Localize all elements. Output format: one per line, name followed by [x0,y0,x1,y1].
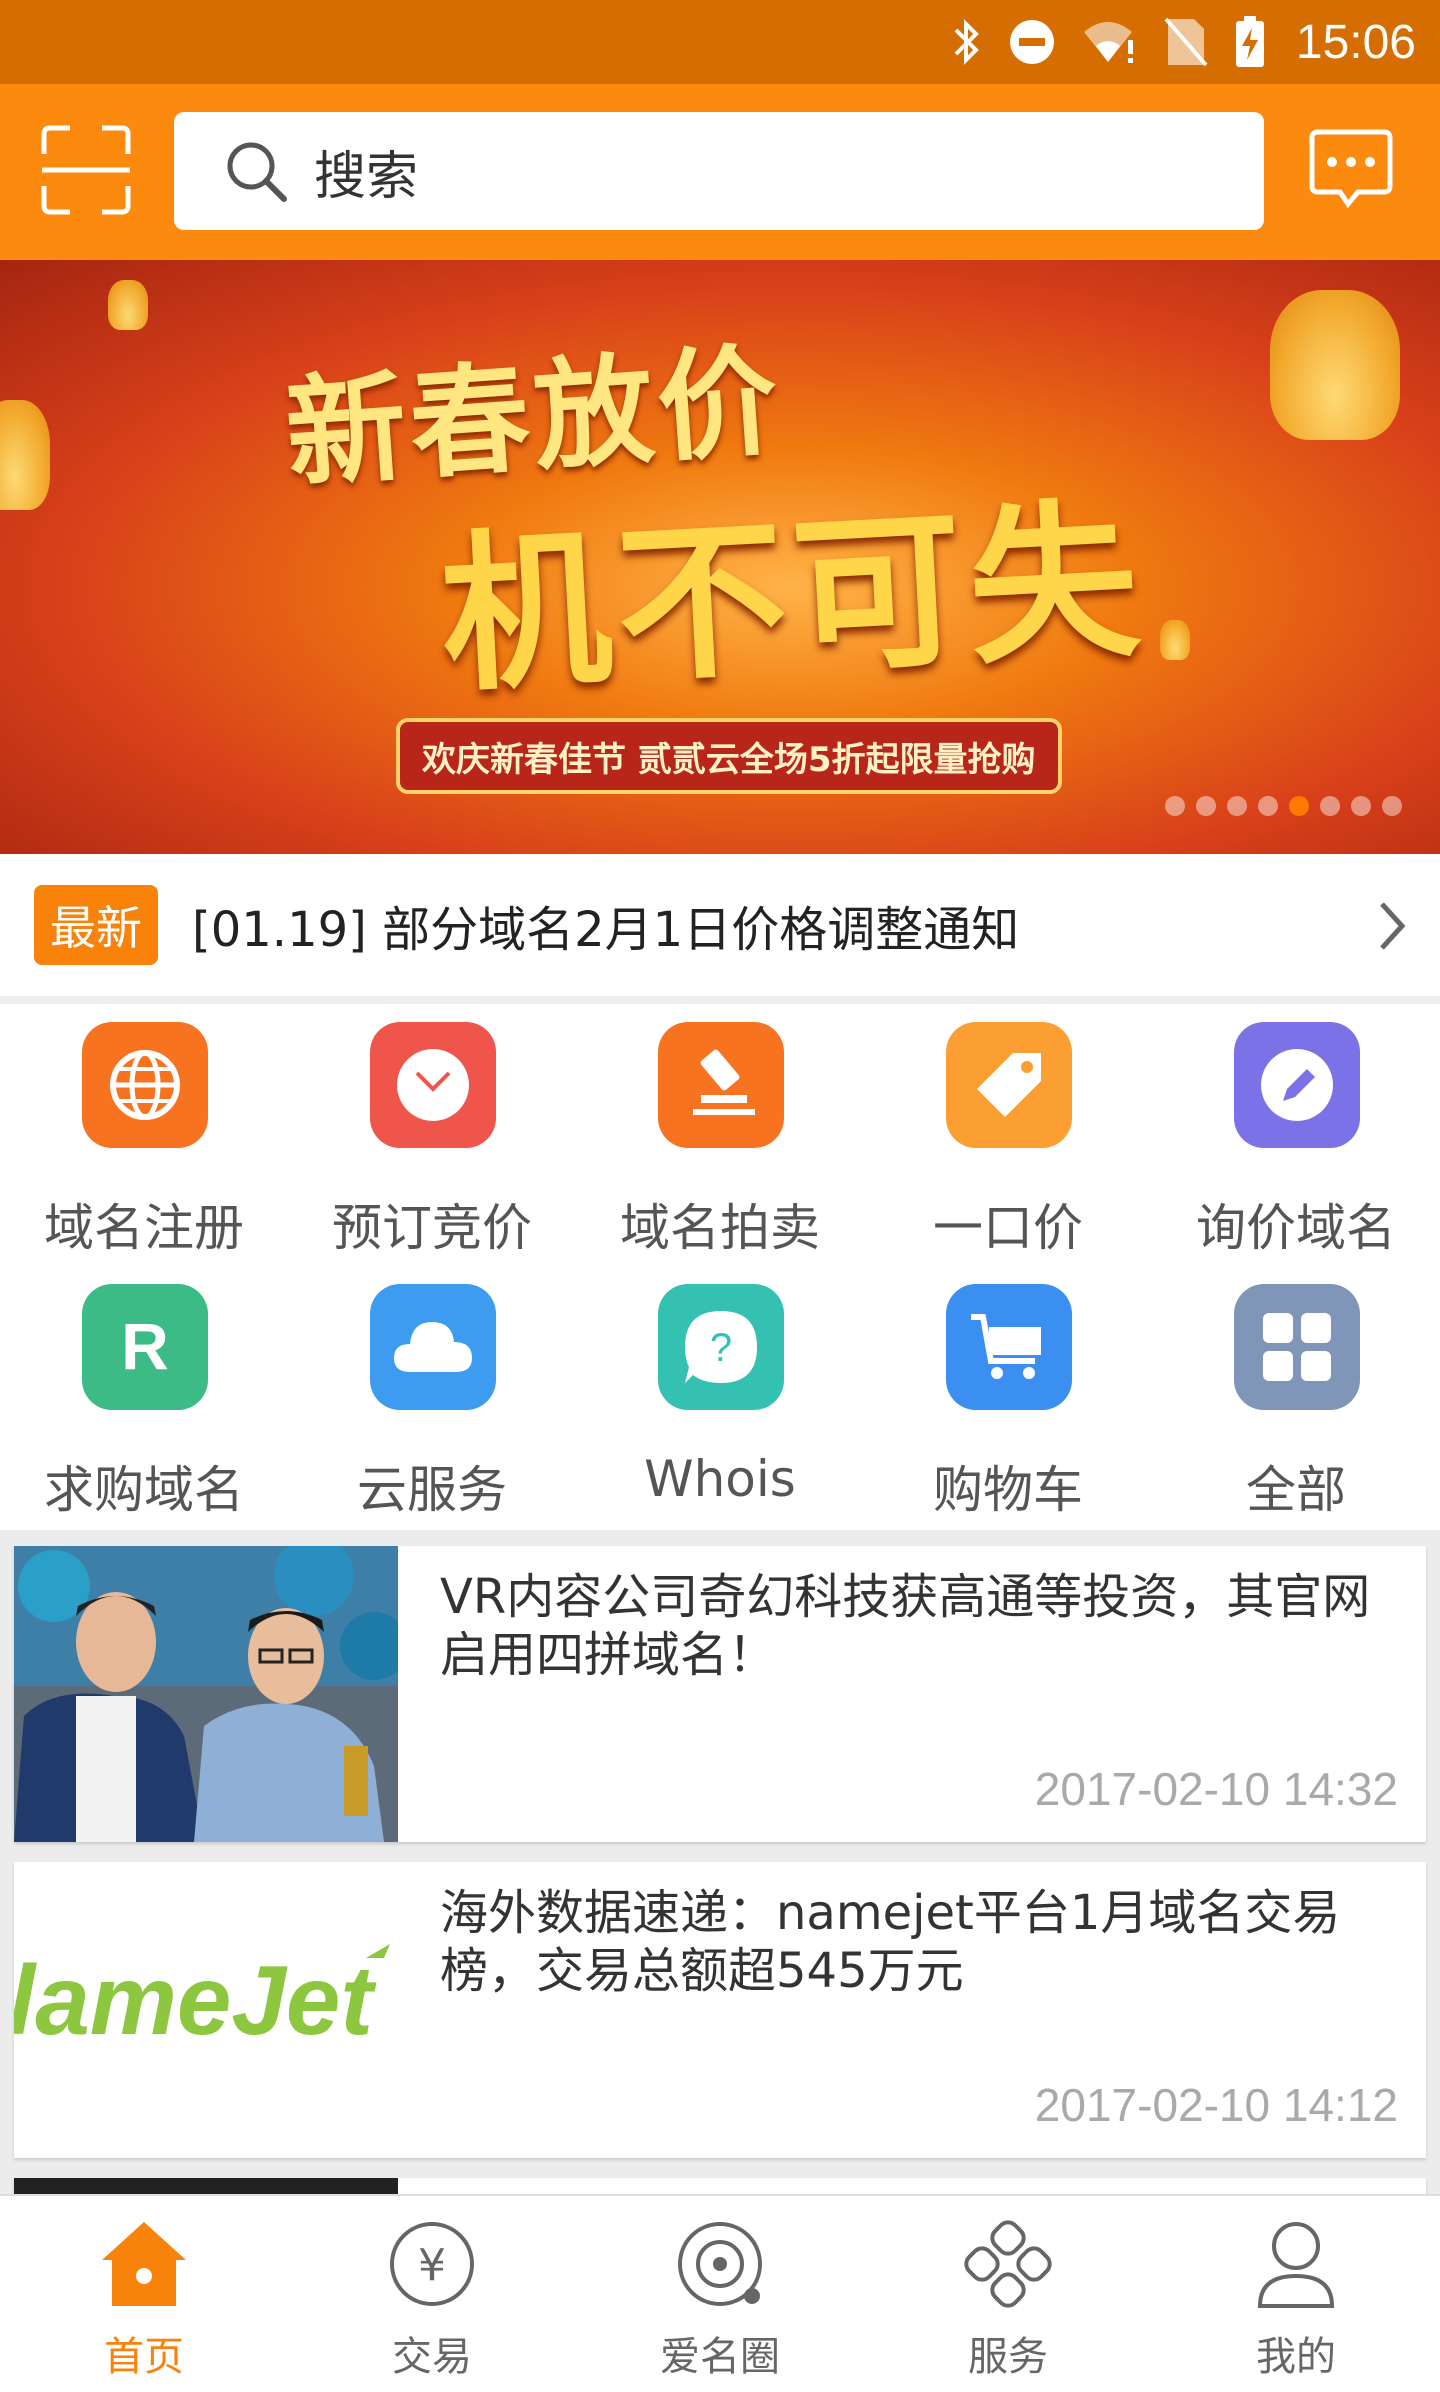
bottom-navigation: 首页 ¥ 交易 爱名圈 服务 我的 [0,2194,1440,2392]
home-icon [102,2222,186,2306]
status-bar: 15:06 [0,0,1440,84]
scan-button[interactable] [40,124,132,216]
grid-item-label: 求购域名 [44,1461,244,1519]
grid-item-want-buy-domain[interactable]: R 求购域名 [0,1266,288,1528]
carousel-dot[interactable] [1165,796,1185,816]
user-icon [1257,2222,1335,2308]
grid-item-label: 购物车 [933,1461,1083,1519]
search-placeholder: 搜索 [314,146,419,207]
lantern-decoration [1270,290,1400,440]
cloud-icon [370,1284,496,1410]
scan-icon [41,125,131,215]
status-time: 15:06 [1295,15,1416,69]
nav-service[interactable]: 服务 [864,2196,1152,2392]
yen-circle-icon: ¥ [390,2222,474,2306]
wifi-icon [1082,18,1138,66]
svg-text:?: ? [710,1326,732,1370]
lantern-decoration [108,280,148,330]
news-card[interactable] [14,2178,1426,2194]
tag-icon [946,1022,1072,1148]
banner-subtitle: 欢庆新春佳节 贰贰云全场5折起限量抢购 [396,718,1062,794]
grid-icon [1234,1284,1360,1410]
nav-home[interactable]: 首页 [0,2196,288,2392]
grid-item-all[interactable]: 全部 [1152,1266,1440,1528]
app-root: 15:06 搜索 新春放价 机不可失 欢庆新春佳节 贰贰云全场5折起限量抢购 最… [0,0,1440,2392]
nav-label: 爱名圈 [660,2334,780,2380]
carousel-dot[interactable] [1320,796,1340,816]
grid-item-domain-auction[interactable]: 域名拍卖 [576,1004,864,1266]
news-card[interactable]: VR内容公司奇幻科技获高通等投资，其官网启用四拼域名！ 2017-02-10 1… [14,1546,1426,1842]
grid-item-cloud-service[interactable]: 云服务 [288,1266,576,1528]
gavel-icon [658,1022,784,1148]
target-circle-icon [678,2222,762,2306]
chevron-right-icon [1380,902,1406,950]
news-card[interactable]: lameJet 海外数据速递：namejet平台1月域名交易榜，交易总额超545… [14,1862,1426,2158]
grid-item-fixed-price[interactable]: 一口价 [864,1004,1152,1266]
news-thumbnail [14,1546,398,1842]
lantern-decoration [1160,620,1190,660]
notice-badge: 最新 [34,885,158,965]
grid-item-label: 一口价 [933,1199,1083,1257]
carousel-indicator [1165,796,1402,816]
clover-icon [964,2220,1052,2308]
carousel-dot[interactable] [1196,796,1216,816]
top-bar: 搜索 [0,84,1440,260]
promo-banner[interactable]: 新春放价 机不可失 欢庆新春佳节 贰贰云全场5折起限量抢购 [0,260,1440,854]
grid-item-label: 域名拍卖 [620,1199,820,1257]
news-feed: VR内容公司奇幻科技获高通等投资，其官网启用四拼域名！ 2017-02-10 1… [0,1530,1440,2194]
bluetooth-icon [952,18,982,66]
battery-charging-icon [1234,16,1266,68]
carousel-dot[interactable] [1289,796,1309,816]
grid-item-label: 询价域名 [1196,1199,1396,1257]
pencil-icon [1234,1022,1360,1148]
do-not-disturb-icon [1008,18,1056,66]
grid-item-domain-register[interactable]: 域名注册 [0,1004,288,1266]
banner-title-line2: 机不可失 [436,479,1150,717]
globe-icon [82,1022,208,1148]
clock-icon [370,1022,496,1148]
cart-icon [946,1284,1072,1410]
grid-item-label: 预订竞价 [332,1199,532,1257]
grid-item-label: 云服务 [357,1461,507,1519]
lantern-decoration [0,400,50,510]
svg-text:¥: ¥ [418,2240,446,2291]
news-title: VR内容公司奇幻科技获高通等投资，其官网启用四拼域名！ [440,1569,1371,1683]
no-sim-icon [1164,17,1208,67]
grid-item-inquiry-domain[interactable]: 询价域名 [1152,1004,1440,1266]
notice-bar[interactable]: 最新 [01.19] 部分域名2月1日价格调整通知 [0,854,1440,996]
quick-service-grid: 域名注册 预订竞价 域名拍卖 一口价 询价域名 R 求购域名 云服务 ? Who… [0,1004,1440,1530]
news-thumbnail [14,2178,398,2194]
grid-item-preorder-bid[interactable]: 预订竞价 [288,1004,576,1266]
grid-item-label: 全部 [1246,1461,1346,1519]
namejet-logo-text: lameJet [14,1945,376,2055]
nav-label: 服务 [968,2334,1048,2380]
nav-trade[interactable]: ¥ 交易 [288,2196,576,2392]
nav-mine[interactable]: 我的 [1152,2196,1440,2392]
message-button[interactable] [1308,128,1394,214]
grid-item-whois[interactable]: ? Whois [576,1266,864,1528]
news-time: 2017-02-10 14:32 [1034,1763,1398,1815]
question-bubble-icon: ? [658,1284,784,1410]
grid-item-shopping-cart[interactable]: 购物车 [864,1266,1152,1528]
grid-item-label: Whois [644,1450,796,1508]
carousel-dot[interactable] [1258,796,1278,816]
nav-label: 我的 [1256,2334,1336,2380]
search-input[interactable]: 搜索 [174,112,1264,230]
r-letter-icon: R [82,1284,208,1410]
nav-circle[interactable]: 爱名圈 [576,2196,864,2392]
carousel-dot[interactable] [1382,796,1402,816]
carousel-dot[interactable] [1227,796,1247,816]
carousel-dot[interactable] [1351,796,1371,816]
svg-text:R: R [121,1309,169,1383]
news-title: 海外数据速递：namejet平台1月域名交易榜，交易总额超545万元 [440,1885,1341,1999]
notice-text: [01.19] 部分域名2月1日价格调整通知 [192,902,1020,958]
chat-bubble-icon [1309,129,1393,209]
search-icon [227,142,287,202]
news-time: 2017-02-10 14:12 [1034,2079,1398,2131]
grid-item-label: 域名注册 [44,1199,244,1257]
nav-label: 交易 [392,2334,472,2380]
news-thumbnail: lameJet [14,1862,398,2158]
nav-label: 首页 [104,2334,184,2380]
